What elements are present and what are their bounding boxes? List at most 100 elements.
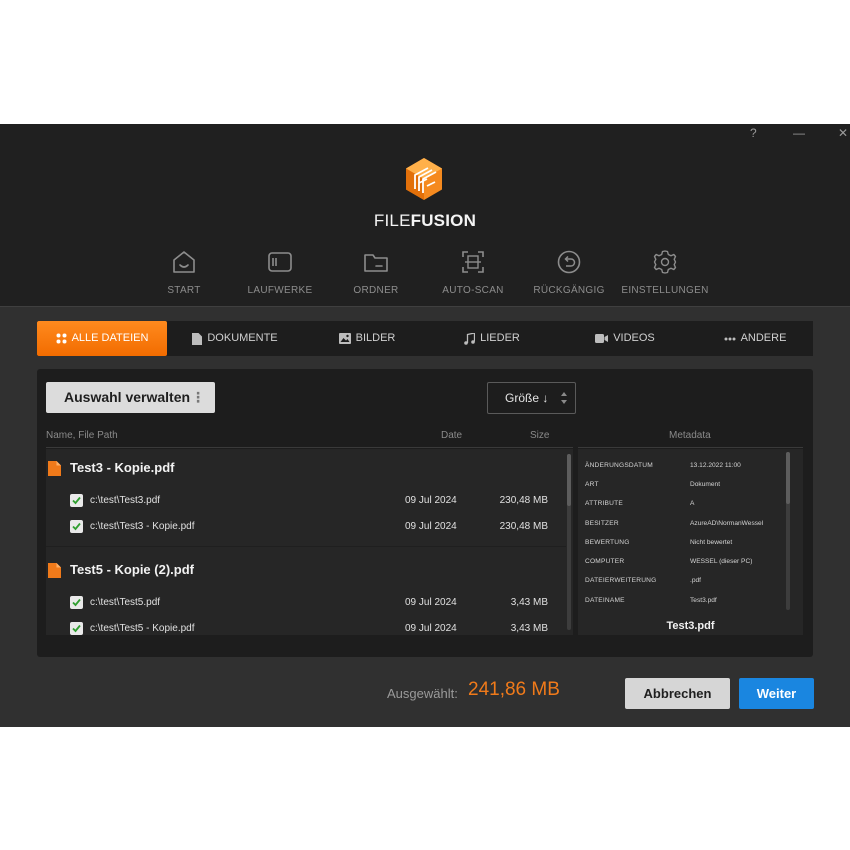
results-panel: Auswahl verwalten ⋮ Größe ↓ Name, File P… <box>37 369 813 657</box>
nav-ordner-label: ORDNER <box>353 285 399 296</box>
nav-einstellungen[interactable]: EINSTELLUNGEN <box>620 248 710 298</box>
file-date: 09 Jul 2024 <box>405 495 457 506</box>
metadata-key: ART <box>585 481 599 488</box>
home-icon <box>173 251 195 273</box>
tab-dokumente-label: DOKUMENTE <box>207 332 278 344</box>
file-row[interactable]: c:\test\Test3.pdf 09 Jul 2024 230,48 MB <box>46 491 566 511</box>
tab-lieder-label: LIEDER <box>480 332 520 344</box>
next-button[interactable]: Weiter <box>739 678 814 709</box>
file-checkbox[interactable] <box>70 494 83 507</box>
file-checkbox[interactable] <box>70 520 83 533</box>
app-window: ? — ✕ FILEFUSION START LAUFWERKE ORDNER … <box>0 124 850 727</box>
selected-size-label: Ausgewählt: <box>387 686 458 701</box>
metadata-value: AzureAD\NormanWessel <box>690 520 764 527</box>
list-scrollbar-thumb[interactable] <box>567 454 571 506</box>
checkmark-icon <box>72 598 81 607</box>
metadata-key: DATEINAME <box>585 597 625 604</box>
file-size: 230,48 MB <box>499 495 548 506</box>
metadata-value: Test3.pdf <box>690 597 717 604</box>
tab-andere-label: ANDERE <box>740 332 787 344</box>
column-header-date[interactable]: Date <box>441 430 462 441</box>
list-scrollbar[interactable] <box>567 454 571 630</box>
duplicate-group[interactable]: Test3 - Kopie.pdf c:\test\Test3.pdf 09 J… <box>46 449 566 549</box>
image-icon <box>338 333 351 344</box>
nav-auto-scan[interactable]: AUTO-SCAN <box>428 248 518 298</box>
metadata-value: A <box>690 500 695 507</box>
close-button[interactable]: ✕ <box>838 126 848 140</box>
tab-bilder[interactable]: BILDER <box>317 321 417 356</box>
nav-start-label: START <box>167 285 201 296</box>
pdf-file-icon <box>48 461 61 476</box>
duplicate-list: Test3 - Kopie.pdf c:\test\Test3.pdf 09 J… <box>46 449 573 635</box>
pdf-file-icon <box>48 563 61 578</box>
document-icon <box>192 332 203 345</box>
file-checkbox[interactable] <box>70 596 83 609</box>
file-size: 3,43 MB <box>510 623 548 634</box>
tab-videos[interactable]: VIDEOS <box>575 321 675 356</box>
metadata-scrollbar[interactable] <box>786 452 790 610</box>
column-header-size[interactable]: Size <box>530 430 549 441</box>
tab-dokumente[interactable]: DOKUMENTE <box>185 321 285 356</box>
help-button[interactable]: ? <box>750 126 757 140</box>
group-divider <box>46 546 566 547</box>
sort-select[interactable]: Größe ↓ <box>487 382 576 414</box>
brand-title: FILEFUSION <box>0 211 850 231</box>
selected-size-value: 241,86 MB <box>468 679 560 700</box>
nav-laufwerke[interactable]: LAUFWERKE <box>235 248 325 298</box>
group-title: Test3 - Kopie.pdf <box>70 460 175 475</box>
metadata-panel: ÄNDERUNGSDATUM 13.12.2022 11:00 ART Dokume… <box>578 449 803 635</box>
file-path: c:\test\Test5.pdf <box>90 597 161 608</box>
undo-icon <box>557 250 581 274</box>
checkmark-icon <box>72 522 81 531</box>
nav-auto-scan-label: AUTO-SCAN <box>442 285 504 296</box>
sort-select-label: Größe ↓ <box>505 391 549 405</box>
nav-rueckgaengig[interactable]: RÜCKGÄNGIG <box>524 248 614 298</box>
file-row[interactable]: c:\test\Test5 - Kopie.pdf 09 Jul 2024 3,… <box>46 619 566 635</box>
metadata-scrollbar-thumb[interactable] <box>786 452 790 504</box>
metadata-value: Nicht bewertet <box>690 539 733 546</box>
scan-icon <box>462 251 484 273</box>
file-row[interactable]: c:\test\Test3 - Kopie.pdf 09 Jul 2024 23… <box>46 517 566 537</box>
tab-videos-label: VIDEOS <box>613 332 655 344</box>
metadata-key: ÄNDERUNGSDATUM <box>585 462 653 469</box>
nav-rueckgaengig-label: RÜCKGÄNGIG <box>533 285 605 296</box>
filefusion-logo-icon <box>406 158 442 200</box>
tab-lieder[interactable]: LIEDER <box>442 321 542 356</box>
nav-einstellungen-label: EINSTELLUNGEN <box>621 285 709 296</box>
duplicate-group[interactable]: Test5 - Kopie (2).pdf c:\test\Test5.pdf … <box>46 549 566 635</box>
file-path: c:\test\Test5 - Kopie.pdf <box>90 623 195 634</box>
file-row[interactable]: c:\test\Test5.pdf 09 Jul 2024 3,43 MB <box>46 593 566 613</box>
tab-andere[interactable]: ANDERE <box>705 321 805 356</box>
metadata-value: 13.12.2022 11:00 <box>690 462 741 469</box>
tab-alle-dateien[interactable]: ALLE DATEIEN <box>37 321 167 356</box>
metadata-key: DATEIERWEITERUNG <box>585 577 657 584</box>
file-path: c:\test\Test3.pdf <box>90 495 161 506</box>
metadata-value: .pdf <box>690 577 701 584</box>
tab-bilder-label: BILDER <box>355 332 396 344</box>
gear-icon <box>653 250 677 274</box>
column-header-name[interactable]: Name, File Path <box>46 430 118 441</box>
divider <box>46 447 573 448</box>
kebab-icon: ⋮ <box>191 389 205 405</box>
cancel-button[interactable]: Abbrechen <box>625 678 730 709</box>
metadata-key: ATTRIBUTE <box>585 500 623 507</box>
sort-arrows-icon <box>561 392 567 404</box>
column-header-metadata: Metadata <box>669 430 711 441</box>
checkmark-icon <box>72 496 81 505</box>
grid-icon <box>56 333 67 344</box>
category-tabs: ALLE DATEIEN DOKUMENTE BILDER LIEDER VID… <box>37 321 813 356</box>
minimize-button[interactable]: — <box>793 126 805 140</box>
divider <box>578 447 803 448</box>
metadata-value: WESSEL (dieser PC) <box>690 558 753 565</box>
nav-ordner[interactable]: ORDNER <box>331 248 421 298</box>
manage-selection-label: Auswahl verwalten <box>64 389 191 405</box>
file-checkbox[interactable] <box>70 622 83 635</box>
nav-start[interactable]: START <box>139 248 229 298</box>
header: ? — ✕ FILEFUSION START LAUFWERKE ORDNER … <box>0 124 850 307</box>
file-path: c:\test\Test3 - Kopie.pdf <box>90 521 195 532</box>
metadata-key: BESITZER <box>585 520 619 527</box>
file-size: 3,43 MB <box>510 597 548 608</box>
file-date: 09 Jul 2024 <box>405 623 457 634</box>
manage-selection-button[interactable]: Auswahl verwalten ⋮ <box>46 382 215 413</box>
group-title: Test5 - Kopie (2).pdf <box>70 562 194 577</box>
